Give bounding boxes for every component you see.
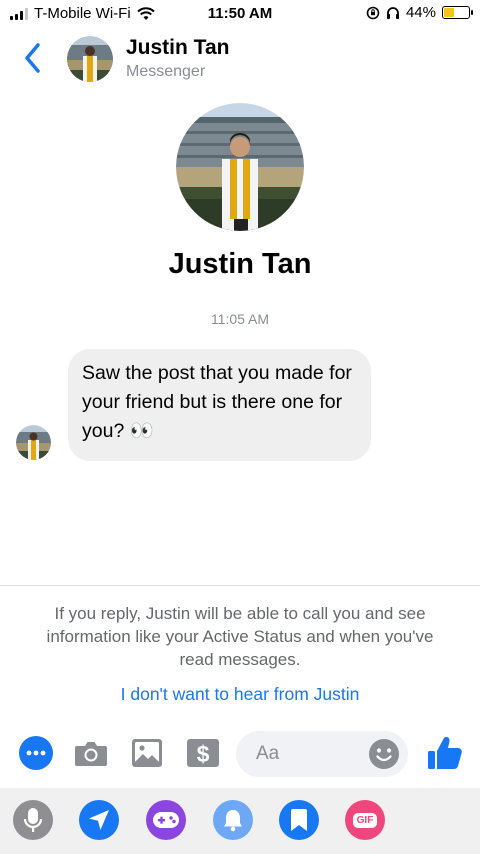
more-options-icon[interactable]	[18, 735, 54, 771]
profile-name: Justin Tan	[168, 248, 312, 280]
status-right: 44%	[366, 4, 473, 21]
bookmark-icon	[291, 809, 307, 831]
reminders-button[interactable]	[213, 800, 253, 840]
block-link[interactable]: I don't want to hear from Justin	[0, 684, 480, 705]
status-bar: T-Mobile Wi-Fi 11:50 AM 44%	[0, 0, 480, 28]
microphone-icon	[23, 808, 43, 832]
divider	[0, 585, 480, 586]
bell-icon	[224, 810, 242, 832]
camera-icon[interactable]	[73, 735, 109, 771]
microphone-button[interactable]	[13, 800, 53, 840]
message-input[interactable]: Aa	[236, 731, 408, 777]
gallery-icon[interactable]	[129, 735, 165, 771]
message-timestamp: 11:05 AM	[210, 311, 270, 327]
message-placeholder: Aa	[256, 743, 280, 764]
payment-icon[interactable]: $	[185, 735, 221, 771]
like-thumb-icon[interactable]	[426, 734, 464, 772]
emoji-icon[interactable]	[368, 738, 400, 770]
gamepad-icon	[153, 812, 179, 828]
gif-button[interactable]: GIF	[345, 800, 385, 840]
back-chevron-icon[interactable]	[20, 40, 48, 76]
message-bubble[interactable]: Saw the post that you made for your frie…	[68, 349, 371, 461]
svg-text:$: $	[197, 741, 210, 767]
header-subtitle: Messenger	[126, 63, 206, 80]
battery-icon	[442, 6, 473, 19]
orientation-lock-icon	[366, 6, 380, 19]
profile-photo[interactable]	[176, 103, 304, 231]
battery-percent: 44%	[405, 4, 436, 21]
sender-avatar[interactable]	[16, 425, 51, 460]
header-contact-name[interactable]: Justin Tan	[126, 36, 229, 60]
games-button[interactable]	[146, 800, 186, 840]
headphones-icon	[386, 6, 399, 19]
saved-button[interactable]	[279, 800, 319, 840]
reply-privacy-notice: If you reply, Justin will be able to cal…	[46, 604, 434, 669]
header-avatar[interactable]	[67, 36, 113, 82]
location-button[interactable]	[79, 800, 119, 840]
gif-label: GIF	[352, 812, 378, 828]
location-arrow-icon	[89, 810, 109, 830]
